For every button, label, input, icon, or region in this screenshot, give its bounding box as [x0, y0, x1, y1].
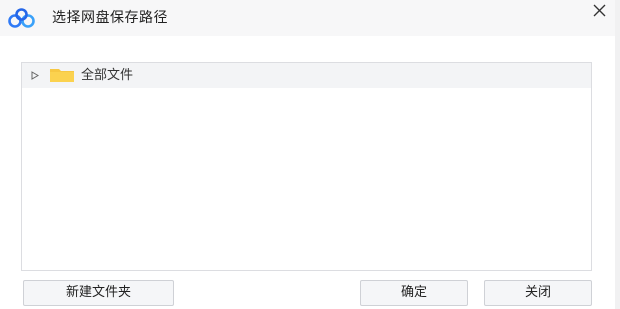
dialog-title: 选择网盘保存路径 — [52, 10, 168, 26]
expand-arrow-icon[interactable] — [31, 71, 39, 80]
save-path-dialog: 选择网盘保存路径 全部文件 新建文件夹 确定 关闭 — [0, 0, 620, 309]
dialog-content: 全部文件 新建文件夹 确定 关闭 — [0, 36, 620, 309]
tree-item-all-files[interactable]: 全部文件 — [22, 63, 591, 88]
baidu-netdisk-cloud-logo-icon — [8, 8, 35, 28]
new-folder-button[interactable]: 新建文件夹 — [23, 280, 174, 306]
folder-tree: 全部文件 — [21, 62, 592, 271]
close-dialog-button[interactable] — [590, 1, 612, 23]
window-border — [615, 0, 620, 309]
confirm-button[interactable]: 确定 — [360, 280, 468, 306]
close-icon — [593, 4, 606, 17]
close-button[interactable]: 关闭 — [484, 280, 592, 306]
title-bar: 选择网盘保存路径 — [0, 0, 620, 36]
tree-item-label: 全部文件 — [81, 68, 134, 83]
folder-icon — [50, 69, 74, 82]
